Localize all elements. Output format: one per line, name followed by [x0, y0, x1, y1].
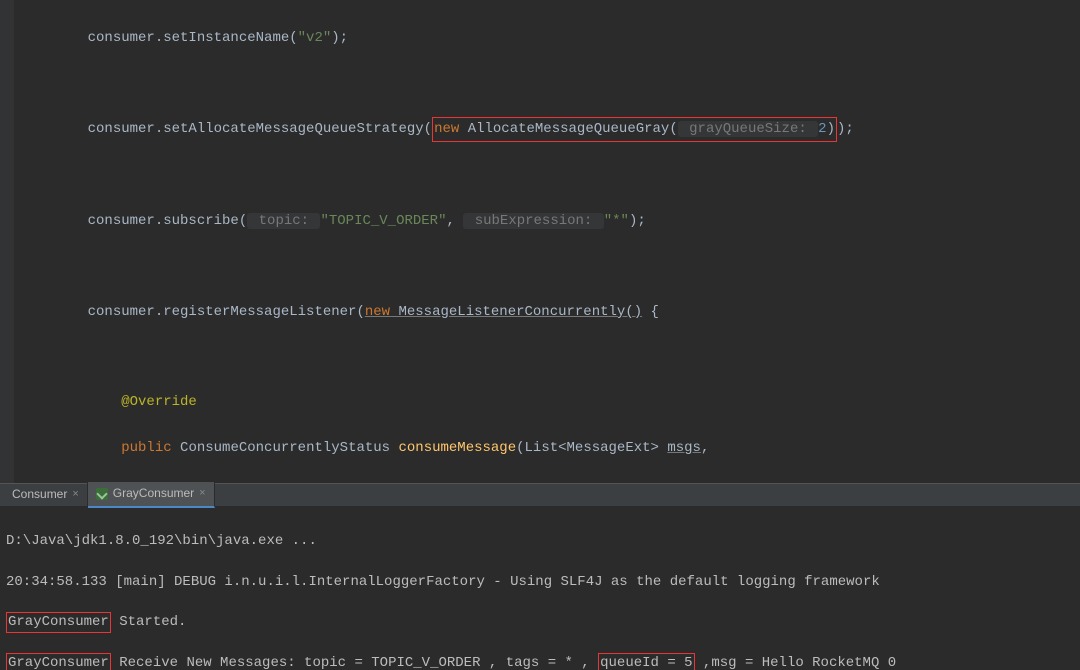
close-icon[interactable]: ×: [199, 485, 205, 503]
console-line: 20:34:58.133 [main] DEBUG i.n.u.i.l.Inte…: [6, 572, 1074, 592]
code-line: public ConsumeConcurrentlyStatus consume…: [54, 437, 1080, 460]
code-line: @Override: [54, 391, 1080, 414]
tab-label: Consumer: [12, 485, 67, 504]
tab-label: GrayConsumer: [113, 484, 194, 503]
code-line: consumer.registerMessageListener(new Mes…: [54, 301, 1080, 324]
run-icon: [96, 488, 108, 500]
console-line: D:\Java\jdk1.8.0_192\bin\java.exe ...: [6, 531, 1074, 551]
tab-consumer[interactable]: Consumer ×: [4, 483, 88, 506]
close-icon[interactable]: ×: [72, 486, 78, 504]
console-output[interactable]: D:\Java\jdk1.8.0_192\bin\java.exe ... 20…: [0, 507, 1080, 670]
code-line: consumer.subscribe( topic: "TOPIC_V_ORDE…: [54, 210, 1080, 233]
console-line: GrayConsumer Started.: [6, 612, 1074, 632]
blank-line: [54, 165, 1080, 188]
blank-line: [54, 255, 1080, 278]
code-editor[interactable]: consumer.setInstanceName("v2"); consumer…: [0, 0, 1080, 483]
code-line: consumer.setInstanceName("v2");: [54, 27, 1080, 50]
console-line: GrayConsumer Receive New Messages: topic…: [6, 653, 1074, 670]
run-tabs-bar: Consumer × GrayConsumer ×: [0, 483, 1080, 507]
blank-line: [54, 72, 1080, 95]
code-line: consumer.setAllocateMessageQueueStrategy…: [54, 117, 1080, 142]
blank-line: [54, 346, 1080, 369]
tab-grayconsumer[interactable]: GrayConsumer ×: [88, 482, 215, 507]
